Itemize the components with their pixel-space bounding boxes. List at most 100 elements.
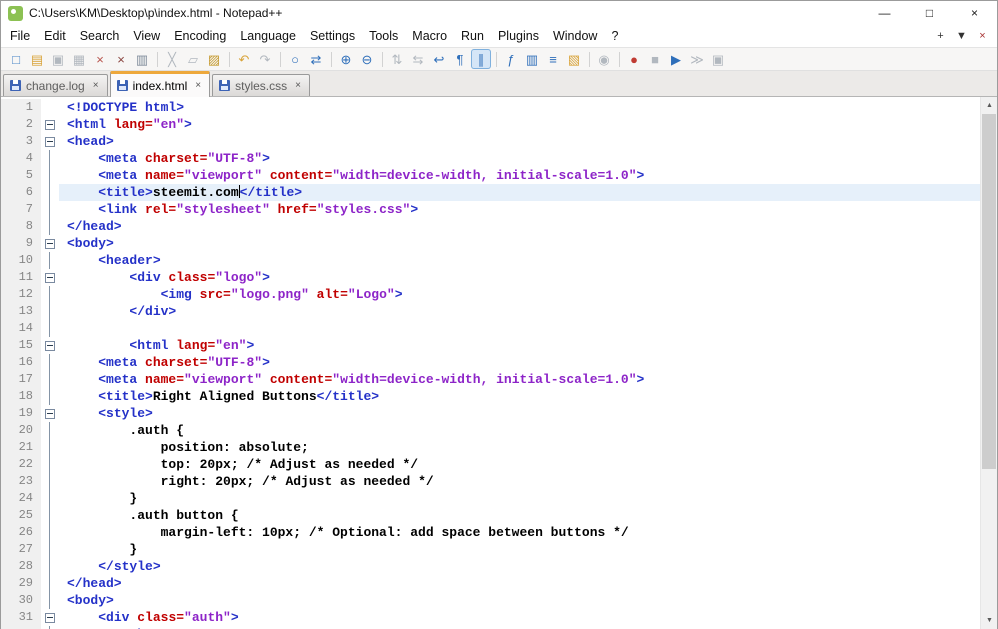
fold-collapse-icon[interactable] [41,116,59,133]
tab-index-html[interactable]: index.html × [109,71,211,97]
line-number[interactable]: 21 [1,439,41,456]
code-text[interactable]: margin-left: 10px; /* Optional: add spac… [59,524,980,541]
vertical-scrollbar[interactable]: ▲ ▼ [980,97,997,629]
fold-collapse-icon[interactable] [41,609,59,626]
menu-macro[interactable]: Macro [405,27,454,45]
code-line[interactable]: 3 <head> [1,133,980,150]
code-text[interactable]: </style> [59,558,980,575]
code-text[interactable]: right: 20px; /* Adjust as needed */ [59,473,980,490]
code-text[interactable]: } [59,490,980,507]
line-number[interactable]: 28 [1,558,41,575]
code-line[interactable]: 21 position: absolute; [1,439,980,456]
close-tab-icon[interactable]: × [294,80,302,91]
find-icon[interactable]: ○ [285,49,305,69]
menu-tools[interactable]: Tools [362,27,405,45]
line-number[interactable]: 31 [1,609,41,626]
record-macro-icon[interactable]: ● [624,49,644,69]
fold-collapse-icon[interactable] [41,337,59,354]
line-number[interactable]: 4 [1,150,41,167]
menu-edit[interactable]: Edit [37,27,73,45]
line-number[interactable]: 1 [1,99,41,116]
menu-file[interactable]: File [3,27,37,45]
code-text[interactable]: <div class="logo"> [59,269,980,286]
minimize-button[interactable]: — [862,1,907,25]
line-number[interactable]: 25 [1,507,41,524]
code-line[interactable]: 17 <meta name="viewport" content="width=… [1,371,980,388]
code-text[interactable]: <html lang="en"> [59,116,980,133]
code-line[interactable]: 13 </div> [1,303,980,320]
code-line[interactable]: 24 } [1,490,980,507]
line-number[interactable]: 7 [1,201,41,218]
code-area[interactable]: 1 <!DOCTYPE html> 2 <html lang="en"> 3 <head>… [1,97,980,629]
paste-icon[interactable]: ▨ [204,49,224,69]
line-number[interactable]: 6 [1,184,41,201]
line-number[interactable]: 17 [1,371,41,388]
code-line[interactable]: 10 <header> [1,252,980,269]
line-number[interactable]: 27 [1,541,41,558]
fold-collapse-icon[interactable] [41,235,59,252]
menu-window[interactable]: Window [546,27,604,45]
line-number[interactable]: 30 [1,592,41,609]
line-number[interactable]: 15 [1,337,41,354]
code-line[interactable]: 2 <html lang="en"> [1,116,980,133]
run-macro-multiple-icon[interactable]: ≫ [687,49,707,69]
line-number[interactable]: 3 [1,133,41,150]
code-line[interactable]: 23 right: 20px; /* Adjust as needed */ [1,473,980,490]
zoom-in-icon[interactable]: ⊕ [336,49,356,69]
code-text[interactable]: <!DOCTYPE html> [59,99,980,116]
sync-horizontal-icon[interactable]: ⇆ [408,49,428,69]
fold-collapse-icon[interactable] [41,269,59,286]
menu-plugins[interactable]: Plugins [491,27,546,45]
close-file-icon[interactable]: × [90,49,110,69]
line-number[interactable]: 5 [1,167,41,184]
code-line[interactable]: 5 <meta name="viewport" content="width=d… [1,167,980,184]
line-number[interactable]: 20 [1,422,41,439]
code-line[interactable]: 15 <html lang="en"> [1,337,980,354]
code-line[interactable]: 26 margin-left: 10px; /* Optional: add s… [1,524,980,541]
code-text[interactable]: <link rel="stylesheet" href="styles.css"… [59,201,980,218]
code-line[interactable]: 29 </head> [1,575,980,592]
print-icon[interactable]: ▥ [132,49,152,69]
line-number[interactable]: 24 [1,490,41,507]
new-file-icon[interactable]: □ [6,49,26,69]
line-number[interactable]: 14 [1,320,41,337]
code-line[interactable]: 19 <style> [1,405,980,422]
fold-collapse-icon[interactable] [41,133,59,150]
maximize-button[interactable]: □ [907,1,952,25]
menu-encoding[interactable]: Encoding [167,27,233,45]
open-file-icon[interactable]: ▤ [27,49,47,69]
scroll-up-icon[interactable]: ▲ [981,97,997,114]
code-line[interactable]: 14 [1,320,980,337]
code-line[interactable]: 27 } [1,541,980,558]
code-text[interactable]: </div> [59,303,980,320]
close-tab-button[interactable]: × [972,30,993,42]
menu-view[interactable]: View [126,27,167,45]
code-text[interactable]: <meta name="viewport" content="width=dev… [59,371,980,388]
save-all-icon[interactable]: ▦ [69,49,89,69]
document-list-icon[interactable]: ≡ [543,49,563,69]
code-text[interactable]: </head> [59,575,980,592]
menu-language[interactable]: Language [233,27,303,45]
folder-as-workspace-icon[interactable]: ▧ [564,49,584,69]
code-text[interactable]: <body> [59,235,980,252]
line-number[interactable]: 16 [1,354,41,371]
menu-search[interactable]: Search [73,27,127,45]
close-tab-icon[interactable]: × [194,80,202,91]
line-number[interactable]: 8 [1,218,41,235]
close-tab-icon[interactable]: × [92,80,100,91]
code-text[interactable]: <header> [59,252,980,269]
code-line[interactable]: 8 </head> [1,218,980,235]
code-line[interactable]: 9 <body> [1,235,980,252]
tab-list-button[interactable]: ▼ [951,30,972,42]
code-text[interactable]: <meta name="viewport" content="width=dev… [59,167,980,184]
code-line[interactable]: 31 <div class="auth"> [1,609,980,626]
line-number[interactable]: 9 [1,235,41,252]
line-number[interactable]: 13 [1,303,41,320]
undo-icon[interactable]: ↶ [234,49,254,69]
code-line[interactable]: 25 .auth button { [1,507,980,524]
line-number[interactable]: 10 [1,252,41,269]
editor[interactable]: 1 <!DOCTYPE html> 2 <html lang="en"> 3 <head>… [1,97,997,629]
copy-icon[interactable]: ▱ [183,49,203,69]
code-text[interactable]: <meta charset="UTF-8"> [59,354,980,371]
code-text[interactable]: </head> [59,218,980,235]
